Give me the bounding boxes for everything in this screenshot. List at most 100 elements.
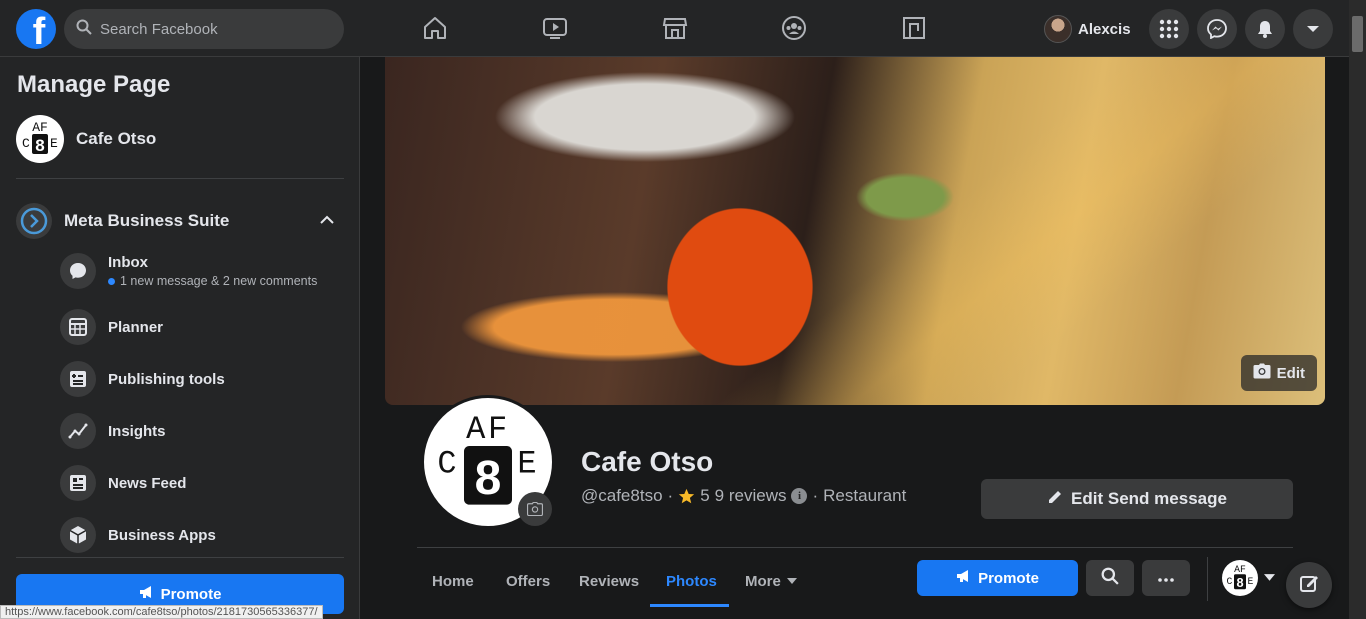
account-caret-icon[interactable] — [1293, 9, 1333, 49]
logo-right-text: E — [517, 446, 536, 483]
divider — [1207, 557, 1208, 601]
page-title: Cafe Otso — [581, 446, 714, 477]
caret-down-icon — [786, 577, 797, 585]
marketplace-icon[interactable] — [661, 14, 689, 42]
inbox-icon — [60, 253, 96, 289]
avatar — [1044, 15, 1072, 43]
search-icon — [1101, 567, 1119, 590]
active-tab-indicator — [650, 604, 729, 607]
insights-icon — [60, 413, 96, 449]
promote-label: Promote — [978, 569, 1039, 587]
camera-icon[interactable] — [518, 492, 552, 526]
edit-cover-button[interactable]: Edit — [1240, 355, 1317, 391]
notifications-icon[interactable] — [1245, 9, 1285, 49]
sidebar-item-label: Business Apps — [108, 526, 216, 544]
sidebar-item-label: Inbox — [108, 254, 148, 271]
facebook-logo-letter: f — [32, 11, 46, 49]
divider — [417, 547, 1293, 548]
facebook-logo[interactable]: f — [16, 9, 56, 49]
logo-right-text: E — [50, 136, 58, 151]
tab-home[interactable]: Home — [432, 561, 474, 601]
logo-center-text: 8 — [35, 136, 44, 155]
caret-down-icon — [1264, 574, 1275, 582]
scrollbar[interactable] — [1349, 0, 1366, 619]
business-apps-icon — [60, 517, 96, 553]
tab-more[interactable]: More — [745, 561, 797, 601]
pencil-icon — [1047, 489, 1063, 510]
top-navigation-bar: f Alexcis — [0, 0, 1366, 57]
page-category: Restaurant — [823, 486, 907, 505]
page-logo: AF C E 8 — [16, 115, 64, 163]
camera-icon — [1253, 363, 1271, 383]
logo-left-text: C — [437, 446, 456, 483]
tab-offers[interactable]: Offers — [506, 561, 550, 601]
sidebar-title: Manage Page — [17, 71, 171, 98]
sidebar-item-news-feed[interactable]: News Feed — [60, 463, 186, 503]
logo-left-text: C — [1227, 576, 1233, 587]
sidebar-item-label: Publishing tools — [108, 370, 225, 388]
search-page-button[interactable] — [1086, 560, 1134, 596]
scrollbar-thumb[interactable] — [1352, 16, 1363, 52]
edit-send-message-label: Edit Send message — [1071, 489, 1227, 508]
acting-as-switcher[interactable]: AF C E 8 — [1222, 560, 1275, 596]
sidebar-item-insights[interactable]: Insights — [60, 411, 166, 451]
page-logo: AF C E 8 — [1222, 560, 1258, 596]
logo-top-text: AF — [466, 411, 510, 448]
tab-more-label: More — [745, 572, 781, 590]
info-icon[interactable]: i — [791, 488, 808, 504]
unread-dot — [108, 277, 115, 285]
gaming-icon[interactable] — [900, 14, 928, 42]
logo-center-text: 8 — [1236, 575, 1243, 590]
page-main-content: Edit AF C E 8 Cafe Otso @cafe8tso · 5 9 … — [361, 57, 1349, 619]
chevron-up-icon[interactable] — [320, 212, 334, 230]
search-icon — [76, 19, 92, 40]
home-icon[interactable] — [421, 14, 449, 42]
page-switcher[interactable]: AF C E 8 Cafe Otso — [16, 115, 156, 163]
logo-left-text: C — [22, 136, 30, 151]
ellipsis-icon — [1158, 569, 1174, 587]
status-url: https://www.facebook.com/cafe8tso/photos… — [0, 605, 323, 619]
more-options-button[interactable] — [1142, 560, 1190, 596]
star-icon — [678, 488, 695, 505]
megaphone-icon — [139, 585, 155, 603]
divider — [16, 557, 344, 558]
sidebar-item-label: Insights — [108, 422, 166, 440]
search-box[interactable] — [64, 9, 344, 49]
manage-page-sidebar: Manage Page AF C E 8 Cafe Otso Meta Busi… — [0, 57, 360, 619]
messenger-icon[interactable] — [1197, 9, 1237, 49]
profile-chip[interactable]: Alexcis — [1044, 12, 1131, 46]
groups-icon[interactable] — [780, 14, 808, 42]
cover-photo[interactable]: Edit — [385, 57, 1325, 405]
sidebar-item-label: News Feed — [108, 474, 187, 492]
edit-send-message-button[interactable]: Edit Send message — [981, 479, 1293, 519]
publishing-tools-icon — [60, 361, 96, 397]
planner-icon — [60, 309, 96, 345]
logo-right-text: E — [1248, 576, 1254, 587]
tab-reviews[interactable]: Reviews — [579, 561, 639, 601]
page-name: Cafe Otso — [76, 129, 157, 148]
profile-name: Alexcis — [1078, 20, 1131, 38]
meta-business-suite-label: Meta Business Suite — [64, 211, 230, 230]
sidebar-item-label: Planner — [108, 318, 164, 336]
separator: · — [812, 486, 819, 505]
tab-photos[interactable]: Photos — [666, 561, 717, 601]
search-input[interactable] — [100, 20, 320, 38]
logo-center-text: 8 — [475, 452, 502, 505]
meta-business-suite-toggle[interactable]: Meta Business Suite — [16, 203, 344, 239]
sidebar-item-inbox[interactable]: Inbox 1 new message & 2 new comments — [60, 251, 317, 291]
sidebar-item-planner[interactable]: Planner — [60, 307, 163, 347]
watch-icon[interactable] — [541, 14, 569, 42]
separator: · — [667, 486, 674, 505]
new-message-button[interactable] — [1286, 562, 1332, 608]
sidebar-item-business-apps[interactable]: Business Apps — [60, 515, 216, 555]
edit-cover-label: Edit — [1276, 364, 1305, 382]
sidebar-item-publishing-tools[interactable]: Publishing tools — [60, 359, 225, 399]
menu-grid-icon[interactable] — [1149, 9, 1189, 49]
megaphone-icon — [956, 569, 972, 587]
meta-business-suite-icon — [16, 203, 52, 239]
logo-top-text: AF — [1234, 564, 1246, 575]
reviews-count[interactable]: 9 reviews — [715, 486, 787, 506]
promote-button[interactable]: Promote — [917, 560, 1078, 596]
inbox-subtext: 1 new message & 2 new comments — [120, 274, 318, 288]
compose-icon — [1299, 573, 1319, 598]
